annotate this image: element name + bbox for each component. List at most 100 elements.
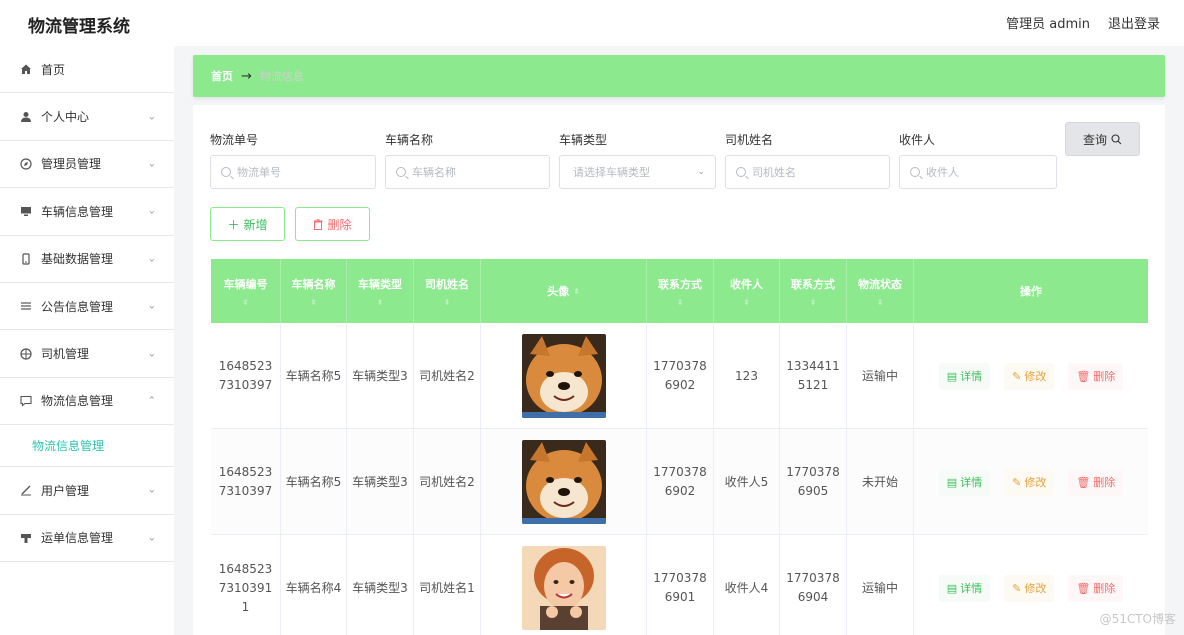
cell-recipient-phone: 17703786904 [780,535,847,635]
chevron-down-icon: ⌄ [147,205,156,217]
avatar [521,546,606,630]
watermark: @51CTO博客 [1099,612,1176,626]
stamp-icon [19,531,33,545]
target-icon [19,347,33,361]
cell-avatar [481,535,647,635]
chevron-down-icon: ⌄ [147,300,156,312]
cell-avatar [481,429,647,535]
app-title: 物流管理系统 [28,17,130,37]
message-icon [19,394,33,408]
sidebar-item-logistics[interactable]: 物流信息管理 ⌃ [0,378,174,426]
sort-icon: ⬍ [676,297,684,307]
chevron-down-icon: ⌄ [697,167,705,177]
search-icon [221,167,231,177]
sidebar-item-label: 物流信息管理 [41,394,114,409]
cell-recipient-phone: 17703786905 [780,429,847,535]
breadcrumb-arrow-icon: → [241,68,252,84]
detail-button[interactable]: ▤ 详情 [938,574,991,602]
col-header-recipient-phone[interactable]: 联系方式 ⬍ [780,259,847,323]
sidebar-item-basic-data[interactable]: 基础数据管理 ⌄ [0,236,174,283]
trash-icon: 🗑 [1076,369,1091,383]
trash-icon [313,218,323,230]
vehicle-type-select[interactable]: 请选择车辆类型 ⌄ [559,155,716,189]
avatar [521,334,606,418]
logout-button[interactable]: 退出登录 [1108,13,1160,32]
col-header-status[interactable]: 物流状态 ⬍ [847,259,914,323]
cell-recipient: 收件人5 [714,429,780,535]
edit-button[interactable]: ✎ 修改 [1004,362,1055,390]
breadcrumb-current: 物流信息 [259,70,304,83]
col-header-operations: 操作 [1020,285,1042,298]
document-icon: ▤ [946,581,958,595]
detail-button[interactable]: ▤ 详情 [938,468,991,496]
detail-button[interactable]: ▤ 详情 [938,362,991,390]
cell-recipient-phone: 13344115121 [780,323,847,429]
cell-driver: 司机姓名1 [414,535,481,635]
sidebar-item-waybills[interactable]: 运单信息管理 ⌄ [0,515,174,562]
label-recipient: 收件人 [899,133,936,147]
query-button[interactable]: 查询 [1065,122,1140,156]
sidebar-item-label: 公告信息管理 [41,299,114,314]
document-icon: ▤ [946,369,958,383]
logistics-no-input[interactable]: 物流单号 [210,155,376,189]
col-header-vehicle-no[interactable]: 车辆编号 ⬍ [211,259,281,323]
cell-vehicle-no: 16485237310397 [211,323,281,429]
submenu-item-logistics-info[interactable]: 物流信息管理 [0,425,174,468]
sidebar-item-label: 个人中心 [41,110,90,125]
sort-icon: ⬍ [743,297,750,307]
avatar [521,440,606,524]
breadcrumb: 首页 → 物流信息 [193,55,1165,97]
col-header-vehicle-name[interactable]: 车辆名称 ⬍ [281,259,347,323]
sidebar-item-profile[interactable]: 个人中心 ⌄ [0,93,174,141]
edit-button[interactable]: ✎ 修改 [1004,468,1055,496]
sidebar-item-vehicles[interactable]: 车辆信息管理 ⌄ [0,188,174,236]
cell-vehicle-no: 16485237310397 [211,429,281,535]
chevron-down-icon: ⌄ [147,158,156,170]
col-header-phone[interactable]: 联系方式 ⬍ [647,259,714,323]
delete-button[interactable]: 🗑 删除 [1068,468,1124,496]
recipient-input[interactable]: 收件人 [899,155,1057,189]
current-user: 管理员 admin [1006,17,1090,32]
top-bar: 物流管理系统 管理员 admin 退出登录 [0,0,1184,46]
edit-button[interactable]: ✎ 修改 [1004,574,1055,602]
sidebar-item-admins[interactable]: 管理员管理 ⌄ [0,141,174,189]
col-header-avatar[interactable]: 头像 ⬍ [481,259,647,323]
sort-icon: ⬍ [809,297,817,307]
batch-delete-button[interactable]: 删除 [295,207,370,241]
col-header-recipient[interactable]: 收件人 ⬍ [714,259,780,323]
sidebar-item-notices[interactable]: 公告信息管理 ⌄ [0,283,174,331]
search-icon [1111,133,1122,144]
plus-icon: ＋ [227,217,240,232]
sidebar-item-label: 首页 [41,62,66,77]
add-button[interactable]: ＋ 新增 [210,207,285,241]
search-icon [910,167,920,177]
cell-status: 运输中 [847,535,914,635]
table-row: 164852373103911 车辆名称4 车辆类型3 司机姓名1 177037… [211,535,1148,635]
vehicle-name-input[interactable]: 车辆名称 [385,155,550,189]
cell-phone: 17703786902 [647,429,714,535]
chevron-down-icon: ⌄ [147,348,156,360]
sort-icon: ⬍ [310,297,317,307]
sidebar-item-users[interactable]: 用户管理 ⌄ [0,467,174,515]
search-icon [736,167,746,177]
document-icon: ▤ [946,475,958,489]
chevron-down-icon: ⌄ [147,532,156,544]
sidebar-item-drivers[interactable]: 司机管理 ⌄ [0,330,174,378]
sidebar-item-home[interactable]: 首页 [0,46,174,94]
list-icon [19,299,33,313]
label-logistics-no: 物流单号 [210,133,259,147]
col-header-vehicle-type[interactable]: 车辆类型 ⬍ [347,259,414,323]
driver-name-input[interactable]: 司机姓名 [725,155,890,189]
user-icon [19,110,33,124]
pencil-icon: ✎ [1012,369,1022,383]
sidebar-item-label: 运单信息管理 [41,531,114,546]
sidebar-item-label: 司机管理 [41,347,90,362]
col-header-driver[interactable]: 司机姓名 ⬍ [414,259,481,323]
delete-button[interactable]: 🗑 删除 [1068,362,1124,390]
delete-button[interactable]: 🗑 删除 [1068,574,1124,602]
breadcrumb-home[interactable]: 首页 [211,68,233,84]
monitor-icon [19,204,33,218]
cell-driver: 司机姓名2 [414,429,481,535]
pencil-icon: ✎ [1012,581,1022,595]
sort-icon: ⬍ [876,297,884,307]
